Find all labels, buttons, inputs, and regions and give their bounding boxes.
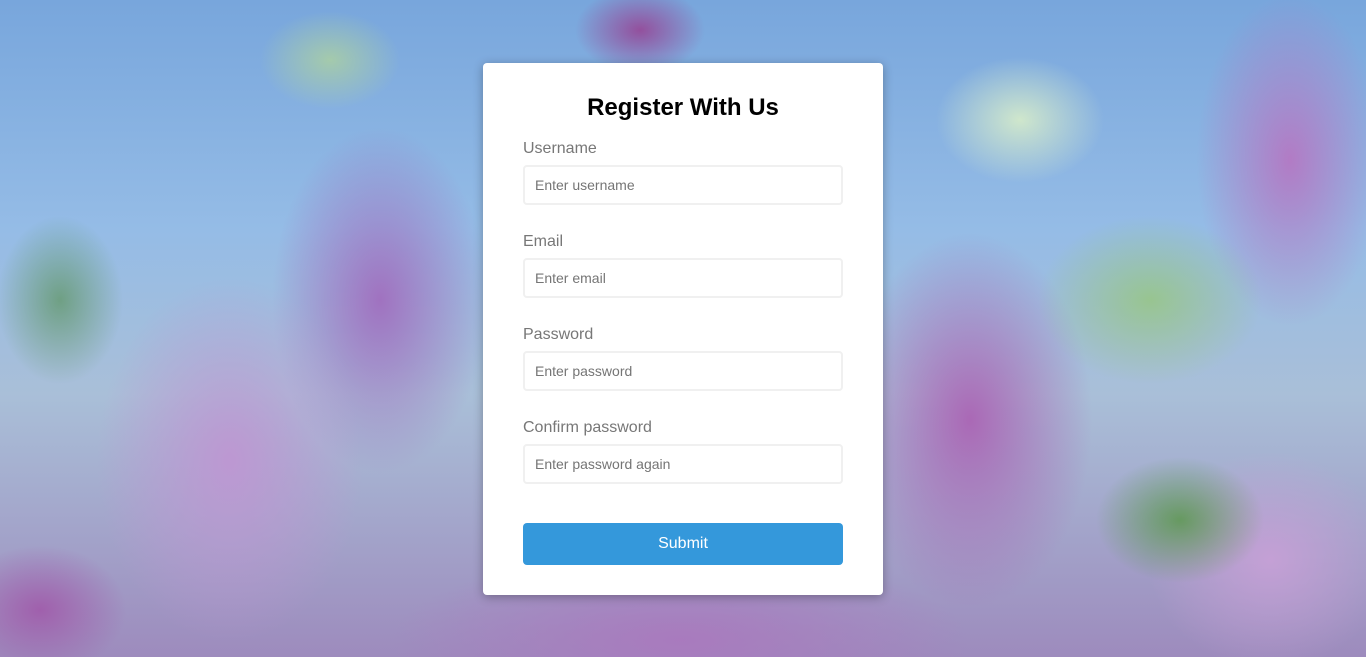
submit-button[interactable]: Submit [523,523,843,565]
confirm-password-label: Confirm password [523,419,652,436]
username-group: Username [523,139,843,205]
email-group: Email [523,232,843,298]
password-group: Password [523,325,843,391]
password-input[interactable] [523,351,843,391]
form-title: Register With Us [587,94,779,121]
username-input[interactable] [523,165,843,205]
email-input[interactable] [523,258,843,298]
registration-form: Register With Us Username Email Password… [483,63,883,595]
password-label: Password [523,326,594,343]
email-label: Email [523,233,564,250]
confirm-password-group: Confirm password [523,418,843,484]
confirm-password-input[interactable] [523,444,843,484]
username-label: Username [523,140,597,157]
